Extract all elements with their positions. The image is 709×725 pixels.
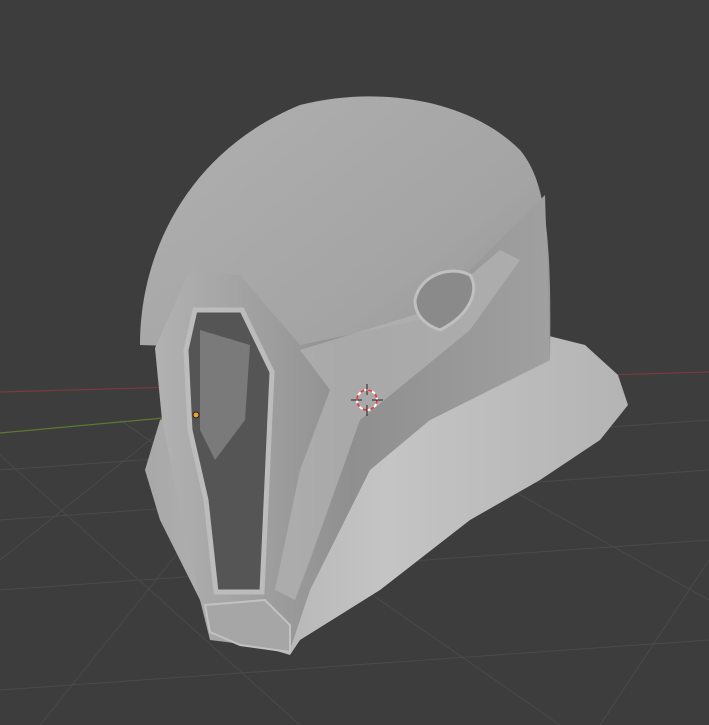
helmet-mesh[interactable] bbox=[140, 96, 628, 655]
3d-viewport[interactable] bbox=[0, 0, 709, 725]
object-origin-dot bbox=[192, 411, 200, 419]
